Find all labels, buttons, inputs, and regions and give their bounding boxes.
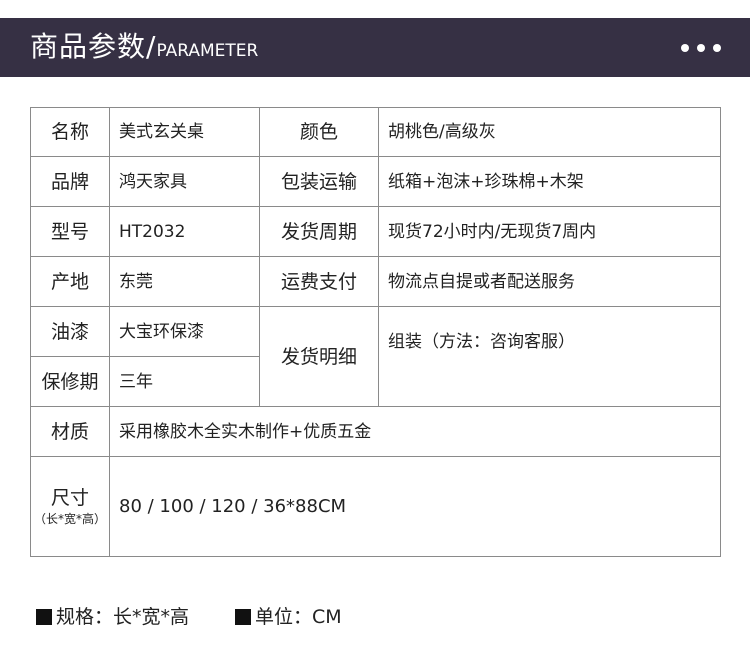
table-row: 尺寸 （长*宽*高） 80 / 100 / 120 / 36*88CM <box>30 456 721 557</box>
shipping-cycle-value: 现货72小时内/无现货7周内 <box>378 206 721 257</box>
page-header: 商品参数/PARAMETER <box>0 18 750 77</box>
table-row: 产地 东莞 运费支付 物流点自提或者配送服务 <box>30 256 721 307</box>
three-dots-icon[interactable] <box>681 44 721 52</box>
parameter-table: 名称 美式玄关桌 颜色 胡桃色/高级灰 品牌 鸿天家具 包装运输 纸箱+泡沫+珍… <box>30 107 721 557</box>
footer-notes: 规格：长*宽*高 单位：CM <box>36 603 342 631</box>
name-value: 美式玄关桌 <box>109 107 260 157</box>
shipping-cycle-label: 发货周期 <box>259 206 379 257</box>
unit-note: 单位：CM <box>235 603 342 631</box>
origin-label: 产地 <box>30 256 110 307</box>
black-square-icon <box>235 609 252 625</box>
color-value: 胡桃色/高级灰 <box>378 107 721 157</box>
table-row: 型号 HT2032 发货周期 现货72小时内/无现货7周内 <box>30 206 721 257</box>
table-row: 品牌 鸿天家具 包装运输 纸箱+泡沫+珍珠棉+木架 <box>30 156 721 207</box>
dot-icon <box>697 44 705 52</box>
spec-note: 规格：长*宽*高 <box>36 603 189 631</box>
page-title: 商品参数/PARAMETER <box>30 29 258 69</box>
black-square-icon <box>36 609 52 625</box>
unit-note-text: 单位：CM <box>255 606 342 628</box>
material-value: 采用橡胶木全实木制作+优质五金 <box>109 406 721 457</box>
name-label: 名称 <box>30 107 110 157</box>
page-subtitle: PARAMETER <box>156 41 259 61</box>
model-label: 型号 <box>30 206 110 257</box>
packing-value: 纸箱+泡沫+珍珠棉+木架 <box>378 156 721 207</box>
dot-icon <box>681 44 689 52</box>
size-sublabel: （长*宽*高） <box>33 511 106 526</box>
paint-label: 油漆 <box>30 306 110 357</box>
shipping-detail-label: 发货明细 <box>259 306 379 407</box>
brand-label: 品牌 <box>30 156 110 207</box>
table-row: 材质 采用橡胶木全实木制作+优质五金 <box>30 406 721 457</box>
table-row: 名称 美式玄关桌 颜色 胡桃色/高级灰 <box>30 107 721 157</box>
brand-value: 鸿天家具 <box>109 156 260 207</box>
page-title-text: 商品参数/ <box>30 30 157 63</box>
size-label-cell: 尺寸 （长*宽*高） <box>30 456 110 557</box>
freight-label: 运费支付 <box>259 256 379 307</box>
spec-note-text: 规格：长*宽*高 <box>56 606 190 628</box>
color-label: 颜色 <box>259 107 379 157</box>
origin-value: 东莞 <box>109 256 260 307</box>
shipping-detail-value: 组装（方法：咨询客服） <box>378 306 721 407</box>
material-label: 材质 <box>30 406 110 457</box>
freight-value: 物流点自提或者配送服务 <box>378 256 721 307</box>
dot-icon <box>713 44 721 52</box>
size-value: 80 / 100 / 120 / 36*88CM <box>109 456 721 557</box>
warranty-value: 三年 <box>109 356 260 407</box>
paint-value: 大宝环保漆 <box>109 306 260 357</box>
size-label: 尺寸 <box>50 486 89 509</box>
model-value: HT2032 <box>109 206 260 257</box>
packing-label: 包装运输 <box>259 156 379 207</box>
table-row: 油漆 大宝环保漆 发货明细 组装（方法：咨询客服） <box>30 306 721 407</box>
warranty-label: 保修期 <box>30 356 110 407</box>
